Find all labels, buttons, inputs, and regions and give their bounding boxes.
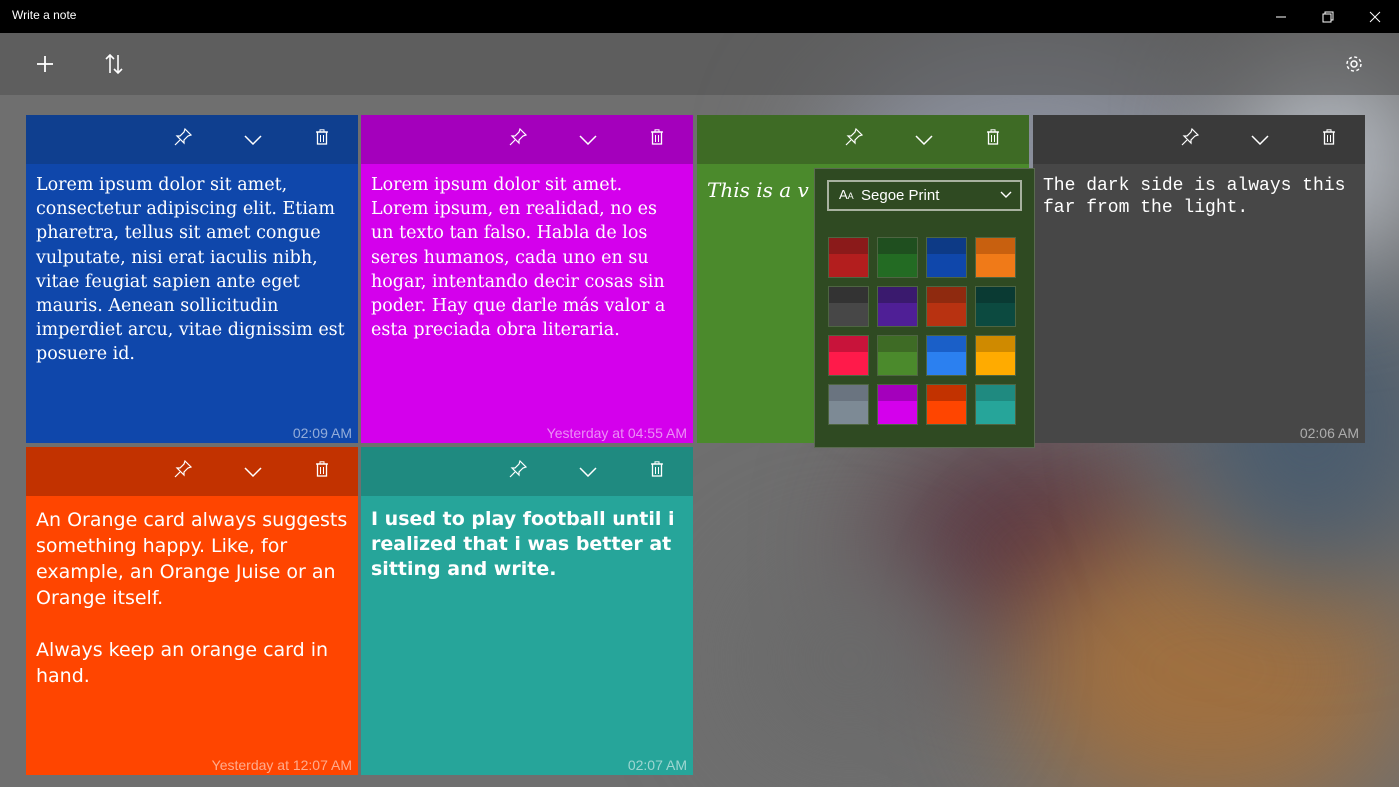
- color-swatch[interactable]: [877, 237, 918, 278]
- chevron-down-icon: [244, 462, 262, 481]
- expand-button[interactable]: [1248, 127, 1272, 151]
- trash-icon: [986, 129, 1000, 149]
- note-card[interactable]: The dark side is always this far from th…: [1033, 115, 1365, 443]
- note-card-header: [361, 447, 693, 496]
- note-card-header: [697, 115, 1029, 164]
- chevron-down-icon: [1251, 130, 1269, 149]
- close-icon: [1369, 11, 1381, 22]
- delete-button[interactable]: [645, 459, 669, 483]
- note-timestamp: Yesterday at 04:55 AM: [546, 425, 687, 441]
- note-card-header: [26, 115, 358, 164]
- note-card[interactable]: I used to play football until i realized…: [361, 447, 693, 775]
- restore-icon: [1322, 11, 1334, 22]
- note-card-header: [26, 447, 358, 496]
- trash-icon: [650, 461, 664, 481]
- color-swatch[interactable]: [975, 335, 1016, 376]
- close-button[interactable]: [1352, 0, 1398, 33]
- color-swatch[interactable]: [926, 237, 967, 278]
- trash-icon: [650, 129, 664, 149]
- note-card-header: [361, 115, 693, 164]
- color-swatch[interactable]: [926, 384, 967, 425]
- pin-icon: [509, 459, 528, 482]
- color-swatch[interactable]: [877, 335, 918, 376]
- color-swatch[interactable]: [828, 286, 869, 327]
- expand-button[interactable]: [912, 127, 936, 151]
- restore-button[interactable]: [1305, 0, 1351, 33]
- trash-icon: [315, 461, 329, 481]
- expand-button[interactable]: [241, 127, 265, 151]
- note-card-header: [1033, 115, 1365, 164]
- expand-button[interactable]: [241, 459, 265, 483]
- toolbar: [0, 33, 1399, 95]
- color-swatch[interactable]: [828, 335, 869, 376]
- delete-button[interactable]: [645, 127, 669, 151]
- note-timestamp: 02:06 AM: [1299, 425, 1359, 441]
- sort-button[interactable]: [96, 46, 132, 82]
- pin-button[interactable]: [506, 459, 530, 483]
- pin-icon: [174, 127, 193, 150]
- note-text[interactable]: An Orange card always suggests something…: [36, 507, 348, 689]
- trash-icon: [1322, 129, 1336, 149]
- chevron-down-icon: [915, 130, 933, 149]
- delete-button[interactable]: [981, 127, 1005, 151]
- pin-button[interactable]: [171, 127, 195, 151]
- color-swatch[interactable]: [828, 237, 869, 278]
- pin-button[interactable]: [171, 459, 195, 483]
- note-card[interactable]: Lorem ipsum dolor sit amet, consectetur …: [26, 115, 358, 443]
- chevron-down-icon: [579, 462, 597, 481]
- pin-button[interactable]: [1178, 127, 1202, 151]
- minimize-button[interactable]: [1258, 0, 1304, 33]
- minimize-icon: [1276, 16, 1286, 17]
- color-swatch[interactable]: [877, 384, 918, 425]
- title-bar: Write a note: [0, 0, 1399, 33]
- window-title: Write a note: [12, 8, 77, 22]
- chevron-down-icon: [244, 130, 262, 149]
- font-icon: AA: [839, 187, 854, 202]
- note-timestamp: 02:07 AM: [627, 757, 687, 773]
- pin-icon: [1181, 127, 1200, 150]
- delete-button[interactable]: [310, 459, 334, 483]
- color-swatch[interactable]: [975, 384, 1016, 425]
- note-timestamp: Yesterday at 12:07 AM: [211, 757, 352, 773]
- gear-icon: [1346, 56, 1362, 72]
- note-text[interactable]: Lorem ipsum dolor sit amet. Lorem ipsum,…: [371, 173, 683, 342]
- add-note-button[interactable]: [27, 46, 63, 82]
- color-swatch[interactable]: [975, 237, 1016, 278]
- note-card[interactable]: Lorem ipsum dolor sit amet. Lorem ipsum,…: [361, 115, 693, 443]
- pin-button[interactable]: [842, 127, 866, 151]
- card-options-popup: AA Segoe Print: [814, 168, 1035, 448]
- font-dropdown-label: Segoe Print: [861, 187, 940, 204]
- font-dropdown[interactable]: AA Segoe Print: [827, 180, 1022, 211]
- chevron-down-icon: [579, 130, 597, 149]
- sort-arrows-icon: [105, 53, 123, 75]
- color-swatch[interactable]: [828, 384, 869, 425]
- note-text[interactable]: The dark side is always this far from th…: [1043, 175, 1355, 219]
- delete-button[interactable]: [1317, 127, 1341, 151]
- plus-icon: [37, 56, 53, 72]
- expand-button[interactable]: [576, 127, 600, 151]
- settings-button[interactable]: [1336, 46, 1372, 82]
- trash-icon: [315, 129, 329, 149]
- note-card[interactable]: An Orange card always suggests something…: [26, 447, 358, 775]
- note-timestamp: 02:09 AM: [292, 425, 352, 441]
- chevron-down-icon: [1000, 191, 1012, 198]
- pin-icon: [845, 127, 864, 150]
- note-text[interactable]: Lorem ipsum dolor sit amet, consectetur …: [36, 173, 348, 367]
- color-swatch[interactable]: [926, 286, 967, 327]
- color-swatch[interactable]: [877, 286, 918, 327]
- expand-button[interactable]: [576, 459, 600, 483]
- color-swatch[interactable]: [975, 286, 1016, 327]
- pin-icon: [174, 459, 193, 482]
- pin-button[interactable]: [506, 127, 530, 151]
- note-text[interactable]: I used to play football until i realized…: [371, 507, 683, 582]
- pin-icon: [509, 127, 528, 150]
- delete-button[interactable]: [310, 127, 334, 151]
- color-swatch[interactable]: [926, 335, 967, 376]
